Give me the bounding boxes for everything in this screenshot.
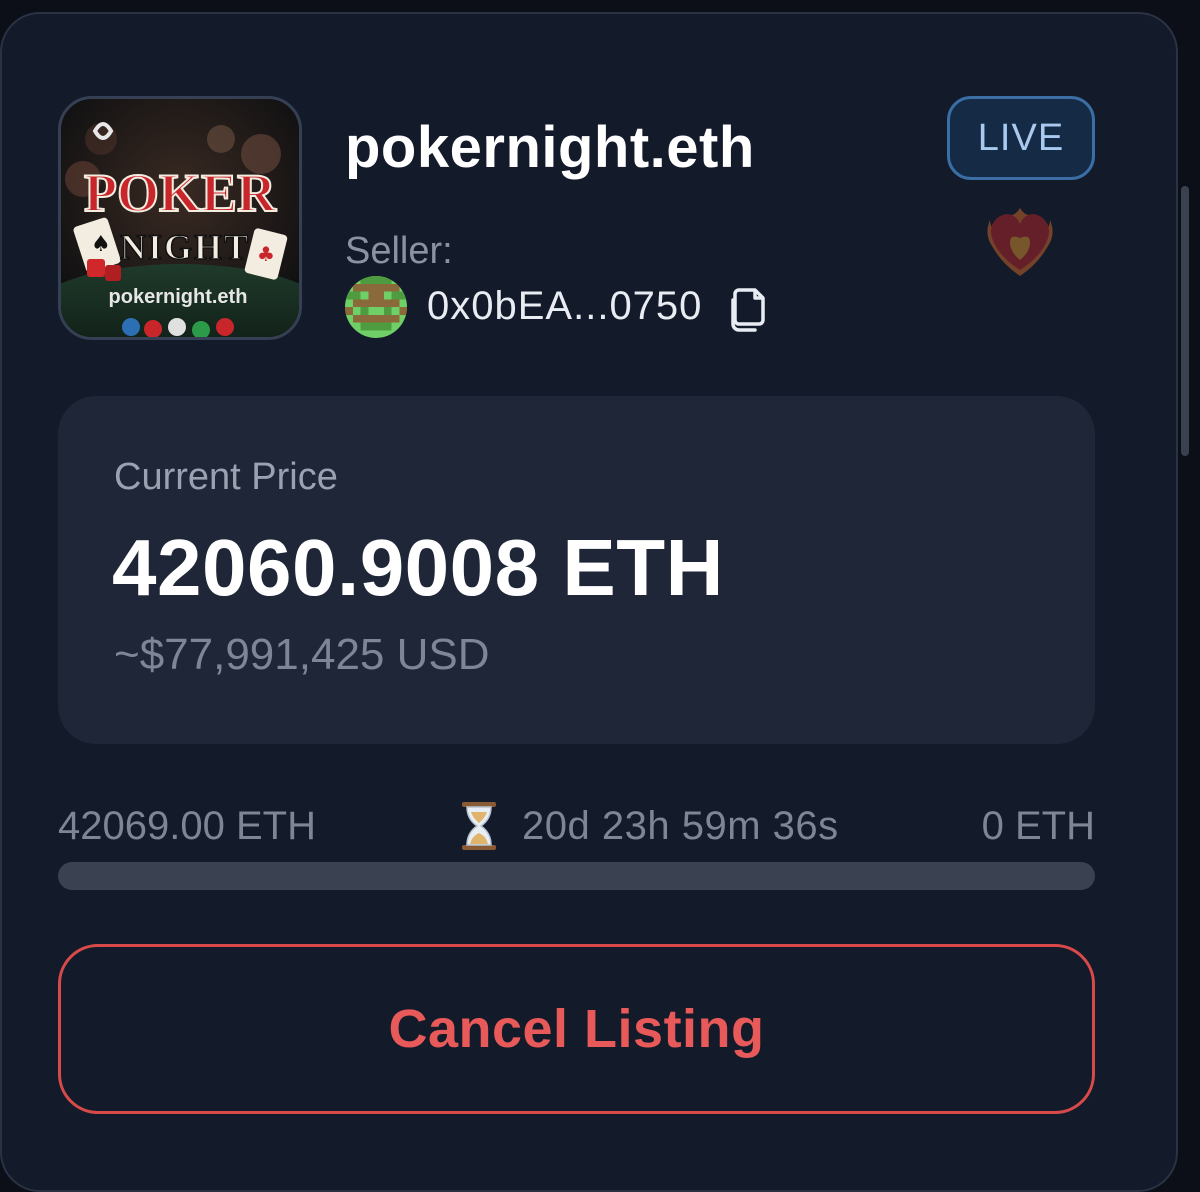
- logo-line-domain: pokernight.eth: [109, 286, 248, 308]
- logo-line-poker: POKER: [84, 163, 277, 223]
- scrollbar[interactable]: [1181, 186, 1189, 456]
- current-price-usd: ~$77,991,425 USD: [114, 630, 490, 679]
- svg-text:♣: ♣: [257, 242, 275, 266]
- flaming-heart-icon[interactable]: [985, 200, 1055, 276]
- seller-address[interactable]: 0x0bEA...0750: [427, 284, 702, 329]
- listing-thumbnail: POKER ♠ ♣ NIGHT pokernight.eth: [58, 96, 302, 340]
- auction-progress-bar: [58, 862, 1095, 890]
- logo-line-night: NIGHT: [120, 227, 250, 267]
- current-price-value: 42060.9008 ETH: [112, 523, 724, 612]
- seller-label: Seller:: [345, 230, 453, 272]
- auction-countdown: 20d 23h 59m 36s: [522, 804, 839, 848]
- cancel-listing-button[interactable]: Cancel Listing: [58, 944, 1095, 1114]
- live-status-badge: LIVE: [947, 96, 1095, 180]
- current-price-label: Current Price: [114, 456, 338, 498]
- svg-text:♠: ♠: [91, 232, 111, 257]
- price-panel: Current Price 42060.9008 ETH ~$77,991,42…: [58, 396, 1095, 744]
- auction-end-price: 0 ETH: [981, 804, 1095, 848]
- auction-start-price: 42069.00 ETH: [58, 804, 316, 848]
- listing-title: pokernight.eth: [345, 115, 755, 180]
- pixel-avatar-icon: [345, 276, 407, 338]
- seller-avatar[interactable]: [345, 276, 407, 338]
- copy-icon[interactable]: [727, 286, 769, 332]
- auction-range-row: 42069.00 ETH 20d 23h 59m 36s 0 ETH: [58, 800, 1095, 856]
- poker-night-logo: POKER ♠ ♣ NIGHT pokernight.eth: [61, 99, 299, 337]
- hourglass-icon: [458, 800, 500, 852]
